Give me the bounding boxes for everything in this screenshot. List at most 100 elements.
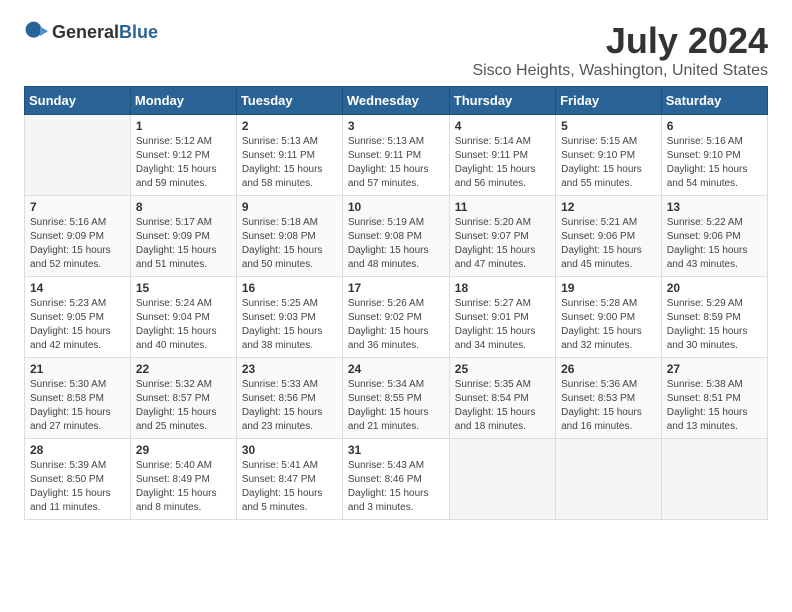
day-info: Sunrise: 5:17 AM Sunset: 9:09 PM Dayligh… [136, 216, 231, 272]
day-number: 17 [348, 281, 444, 295]
day-header-friday: Friday [556, 87, 662, 115]
calendar-cell: 14 Sunrise: 5:23 AM Sunset: 9:05 PM Dayli… [25, 277, 131, 358]
calendar-week-row: 21 Sunrise: 5:30 AM Sunset: 8:58 PM Dayli… [25, 358, 768, 439]
day-number: 13 [667, 200, 762, 214]
calendar-cell [449, 439, 555, 520]
calendar-week-row: 14 Sunrise: 5:23 AM Sunset: 9:05 PM Dayli… [25, 277, 768, 358]
calendar-cell: 15 Sunrise: 5:24 AM Sunset: 9:04 PM Dayli… [130, 277, 236, 358]
calendar-week-row: 1Sunrise: 5:12 AM Sunset: 9:12 PM Daylig… [25, 115, 768, 196]
day-info: Sunrise: 5:20 AM Sunset: 9:07 PM Dayligh… [455, 216, 550, 272]
day-number: 6 [667, 119, 762, 133]
calendar-cell: 27 Sunrise: 5:38 AM Sunset: 8:51 PM Dayli… [661, 358, 767, 439]
calendar-cell [556, 439, 662, 520]
calendar-cell: 11 Sunrise: 5:20 AM Sunset: 9:07 PM Dayli… [449, 196, 555, 277]
logo-blue: Blue [119, 22, 158, 42]
day-number: 22 [136, 362, 231, 376]
day-header-monday: Monday [130, 87, 236, 115]
calendar-header-row: SundayMondayTuesdayWednesdayThursdayFrid… [25, 87, 768, 115]
calendar-cell [661, 439, 767, 520]
day-info: Sunrise: 5:36 AM Sunset: 8:53 PM Dayligh… [561, 378, 656, 434]
day-number: 1 [136, 119, 231, 133]
calendar-cell: 6 Sunrise: 5:16 AM Sunset: 9:10 PM Daylig… [661, 115, 767, 196]
day-number: 4 [455, 119, 550, 133]
title-area: July 2024 Sisco Heights, Washington, Uni… [472, 20, 768, 80]
day-info: Sunrise: 5:34 AM Sunset: 8:55 PM Dayligh… [348, 378, 444, 434]
day-info: Sunrise: 5:40 AM Sunset: 8:49 PM Dayligh… [136, 459, 231, 515]
calendar-cell: 28 Sunrise: 5:39 AM Sunset: 8:50 PM Dayli… [25, 439, 131, 520]
calendar-cell: 5Sunrise: 5:15 AM Sunset: 9:10 PM Daylig… [556, 115, 662, 196]
day-number: 27 [667, 362, 762, 376]
day-info: Sunrise: 5:30 AM Sunset: 8:58 PM Dayligh… [30, 378, 125, 434]
day-info: Sunrise: 5:32 AM Sunset: 8:57 PM Dayligh… [136, 378, 231, 434]
calendar-week-row: 28 Sunrise: 5:39 AM Sunset: 8:50 PM Dayli… [25, 439, 768, 520]
logo-icon [24, 20, 48, 44]
calendar-cell: 12Sunrise: 5:21 AM Sunset: 9:06 PM Dayli… [556, 196, 662, 277]
day-number: 24 [348, 362, 444, 376]
day-number: 29 [136, 443, 231, 457]
day-header-thursday: Thursday [449, 87, 555, 115]
calendar-table: SundayMondayTuesdayWednesdayThursdayFrid… [24, 86, 768, 520]
calendar-cell: 4 Sunrise: 5:14 AM Sunset: 9:11 PM Daylig… [449, 115, 555, 196]
calendar-cell: 3 Sunrise: 5:13 AM Sunset: 9:11 PM Daylig… [342, 115, 449, 196]
day-info: Sunrise: 5:33 AM Sunset: 8:56 PM Dayligh… [242, 378, 337, 434]
day-info: Sunrise: 5:22 AM Sunset: 9:06 PM Dayligh… [667, 216, 762, 272]
day-number: 14 [30, 281, 125, 295]
day-info: Sunrise: 5:16 AM Sunset: 9:09 PM Dayligh… [30, 216, 125, 272]
calendar-cell: 8 Sunrise: 5:17 AM Sunset: 9:09 PM Daylig… [130, 196, 236, 277]
calendar-cell: 13 Sunrise: 5:22 AM Sunset: 9:06 PM Dayli… [661, 196, 767, 277]
day-info: Sunrise: 5:43 AM Sunset: 8:46 PM Dayligh… [348, 459, 444, 515]
day-number: 9 [242, 200, 337, 214]
day-number: 23 [242, 362, 337, 376]
calendar-cell: 31Sunrise: 5:43 AM Sunset: 8:46 PM Dayli… [342, 439, 449, 520]
day-info: Sunrise: 5:41 AM Sunset: 8:47 PM Dayligh… [242, 459, 337, 515]
day-number: 15 [136, 281, 231, 295]
logo-text: GeneralBlue [52, 22, 158, 43]
calendar-subtitle: Sisco Heights, Washington, United States [472, 62, 768, 80]
day-info: Sunrise: 5:18 AM Sunset: 9:08 PM Dayligh… [242, 216, 337, 272]
day-info: Sunrise: 5:26 AM Sunset: 9:02 PM Dayligh… [348, 297, 444, 353]
calendar-cell: 18Sunrise: 5:27 AM Sunset: 9:01 PM Dayli… [449, 277, 555, 358]
calendar-cell: 17 Sunrise: 5:26 AM Sunset: 9:02 PM Dayli… [342, 277, 449, 358]
day-number: 28 [30, 443, 125, 457]
day-number: 2 [242, 119, 337, 133]
logo-general: General [52, 22, 119, 42]
calendar-cell: 29 Sunrise: 5:40 AM Sunset: 8:49 PM Dayli… [130, 439, 236, 520]
day-info: Sunrise: 5:38 AM Sunset: 8:51 PM Dayligh… [667, 378, 762, 434]
day-info: Sunrise: 5:35 AM Sunset: 8:54 PM Dayligh… [455, 378, 550, 434]
day-header-sunday: Sunday [25, 87, 131, 115]
day-info: Sunrise: 5:25 AM Sunset: 9:03 PM Dayligh… [242, 297, 337, 353]
day-number: 21 [30, 362, 125, 376]
day-number: 11 [455, 200, 550, 214]
day-number: 10 [348, 200, 444, 214]
day-header-saturday: Saturday [661, 87, 767, 115]
day-number: 8 [136, 200, 231, 214]
calendar-week-row: 7Sunrise: 5:16 AM Sunset: 9:09 PM Daylig… [25, 196, 768, 277]
day-info: Sunrise: 5:21 AM Sunset: 9:06 PM Dayligh… [561, 216, 656, 272]
calendar-cell: 25 Sunrise: 5:35 AM Sunset: 8:54 PM Dayli… [449, 358, 555, 439]
calendar-cell: 30 Sunrise: 5:41 AM Sunset: 8:47 PM Dayli… [236, 439, 342, 520]
day-number: 25 [455, 362, 550, 376]
day-number: 19 [561, 281, 656, 295]
calendar-cell: 23 Sunrise: 5:33 AM Sunset: 8:56 PM Dayli… [236, 358, 342, 439]
day-number: 18 [455, 281, 550, 295]
day-header-wednesday: Wednesday [342, 87, 449, 115]
day-info: Sunrise: 5:16 AM Sunset: 9:10 PM Dayligh… [667, 135, 762, 191]
calendar-cell: 2Sunrise: 5:13 AM Sunset: 9:11 PM Daylig… [236, 115, 342, 196]
day-info: Sunrise: 5:14 AM Sunset: 9:11 PM Dayligh… [455, 135, 550, 191]
day-number: 3 [348, 119, 444, 133]
calendar-cell: 19 Sunrise: 5:28 AM Sunset: 9:00 PM Dayli… [556, 277, 662, 358]
day-header-tuesday: Tuesday [236, 87, 342, 115]
page-header: GeneralBlue July 2024 Sisco Heights, Was… [24, 20, 768, 80]
calendar-cell: 22 Sunrise: 5:32 AM Sunset: 8:57 PM Dayli… [130, 358, 236, 439]
day-info: Sunrise: 5:39 AM Sunset: 8:50 PM Dayligh… [30, 459, 125, 515]
day-info: Sunrise: 5:13 AM Sunset: 9:11 PM Dayligh… [348, 135, 444, 191]
calendar-cell: 7Sunrise: 5:16 AM Sunset: 9:09 PM Daylig… [25, 196, 131, 277]
calendar-title: July 2024 [472, 20, 768, 62]
day-info: Sunrise: 5:28 AM Sunset: 9:00 PM Dayligh… [561, 297, 656, 353]
calendar-cell: 1Sunrise: 5:12 AM Sunset: 9:12 PM Daylig… [130, 115, 236, 196]
day-info: Sunrise: 5:24 AM Sunset: 9:04 PM Dayligh… [136, 297, 231, 353]
day-number: 30 [242, 443, 337, 457]
day-info: Sunrise: 5:29 AM Sunset: 8:59 PM Dayligh… [667, 297, 762, 353]
day-info: Sunrise: 5:23 AM Sunset: 9:05 PM Dayligh… [30, 297, 125, 353]
calendar-cell: 16Sunrise: 5:25 AM Sunset: 9:03 PM Dayli… [236, 277, 342, 358]
